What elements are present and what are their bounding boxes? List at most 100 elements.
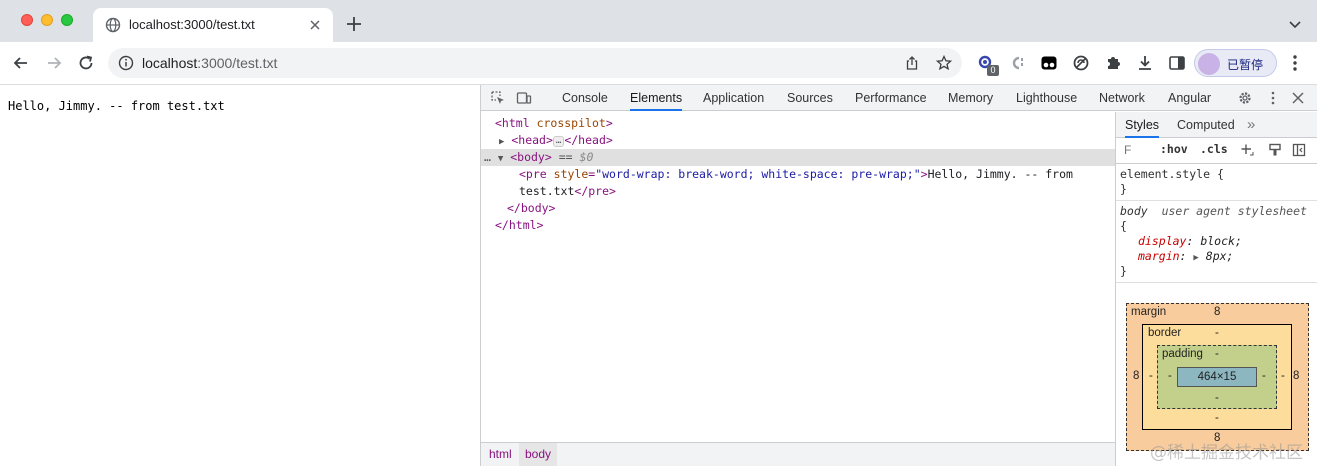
extension-sync-icon[interactable] [1072, 54, 1090, 72]
more-options-icon[interactable] [1265, 90, 1281, 106]
pre-open-tag: <pre [519, 167, 547, 181]
tab-elements[interactable]: Elements [630, 85, 683, 111]
browser-tab[interactable]: localhost:3000/test.txt [93, 8, 333, 42]
close-window-button[interactable] [21, 14, 33, 26]
css-property-margin[interactable]: margin: ▶ 8px; [1138, 249, 1233, 264]
padding-left-value[interactable]: - [1168, 370, 1172, 382]
reload-icon[interactable] [77, 54, 95, 72]
profile-button[interactable]: 已暂停 [1194, 49, 1277, 77]
page-text: Hello, Jimmy. -- from test.txt [8, 99, 225, 113]
body-rule-open: { [1120, 219, 1127, 234]
padding-right-value[interactable]: - [1262, 370, 1266, 382]
expand-triangle-icon[interactable]: ▶ [499, 137, 504, 147]
more-tabs-icon[interactable]: » [1247, 112, 1255, 138]
node-actions-ellipsis[interactable]: … [481, 150, 491, 164]
hover-state-toggle[interactable]: :hov [1160, 142, 1188, 156]
styles-pane: Styles Computed » F :hov .cls element.st… [1115, 112, 1317, 466]
breadcrumb-html[interactable]: html [483, 443, 518, 466]
element-style-selector: element.style [1120, 167, 1211, 181]
dom-node-body[interactable]: … ▼ <body> == $0 [481, 149, 1115, 166]
html-attribute: crosspilot [536, 116, 606, 130]
add-rule-icon[interactable] [1240, 143, 1254, 157]
property-name: margin [1138, 249, 1180, 263]
close-devtools-icon[interactable] [1290, 90, 1306, 106]
inspect-element-icon[interactable] [490, 90, 506, 106]
side-panel-icon[interactable] [1168, 54, 1186, 72]
collapsed-ellipsis[interactable]: … [552, 136, 565, 147]
tab-performance[interactable]: Performance [855, 85, 927, 111]
rule-origin: user agent stylesheet [1161, 204, 1307, 218]
tab-styles[interactable]: Styles [1125, 112, 1160, 138]
breadcrumb-body[interactable]: body [519, 443, 558, 466]
property-value: block; [1200, 234, 1242, 248]
maximize-window-button[interactable] [61, 14, 73, 26]
dom-node-pre[interactable]: <pre style="word-wrap: break-word; white… [519, 166, 1073, 183]
forward-arrow-icon[interactable] [45, 54, 63, 72]
tab-computed[interactable]: Computed [1177, 112, 1235, 138]
tab-sources[interactable]: Sources [787, 85, 833, 111]
new-tab-icon[interactable] [345, 15, 363, 33]
pre-attribute-name: style [553, 167, 589, 181]
close-icon[interactable] [307, 17, 323, 33]
dom-node-head[interactable]: ▶ <head>… </head> [499, 132, 613, 149]
tab-lighthouse[interactable]: Lighthouse [1016, 85, 1077, 111]
chevron-down-icon[interactable] [1287, 16, 1303, 32]
back-arrow-icon[interactable] [12, 54, 30, 72]
pre-text-content: Hello, Jimmy. -- from [927, 167, 1073, 181]
tab-angular[interactable]: Angular [1168, 85, 1211, 111]
class-toggle[interactable]: .cls [1200, 142, 1228, 156]
settings-gear-icon[interactable] [1237, 90, 1253, 106]
property-value: 8px; [1205, 249, 1234, 263]
element-style-close: } [1120, 182, 1127, 197]
tab-title: localhost:3000/test.txt [129, 17, 255, 32]
extensions-puzzle-icon[interactable] [1104, 54, 1122, 72]
element-style-rule[interactable]: element.style { [1120, 167, 1224, 182]
tab-memory[interactable]: Memory [948, 85, 993, 111]
pre-text-content-wrap: test.txt [519, 184, 575, 198]
address-bar[interactable]: localhost:3000/test.txt [108, 48, 962, 78]
breadcrumb: html body [481, 442, 1115, 466]
border-top-value[interactable]: - [1215, 327, 1219, 339]
rule-selector[interactable]: body [1120, 204, 1148, 218]
dom-node-html[interactable]: <html crosspilot> [495, 115, 613, 132]
info-icon[interactable] [118, 55, 134, 71]
more-menu-icon[interactable] [1287, 54, 1303, 72]
margin-right-value[interactable]: 8 [1293, 370, 1299, 382]
collapse-triangle-icon[interactable]: ▼ [498, 154, 503, 164]
padding-top-value[interactable]: - [1215, 348, 1219, 360]
box-model-content[interactable]: 464×15 [1177, 367, 1257, 387]
tab-strip: localhost:3000/test.txt [0, 0, 1317, 42]
sidebar-toggle-icon[interactable] [1292, 143, 1306, 157]
open-brace: { [1216, 167, 1224, 181]
tab-application[interactable]: Application [703, 85, 764, 111]
dom-node-html-close[interactable]: </html> [495, 217, 543, 234]
border-bottom-value[interactable]: - [1215, 412, 1219, 424]
margin-left-value[interactable]: 8 [1133, 370, 1139, 382]
margin-top-value[interactable]: 8 [1214, 306, 1220, 318]
padding-bottom-value[interactable]: - [1215, 392, 1219, 404]
expand-triangle-icon[interactable]: ▶ [1193, 253, 1198, 263]
open-brace: { [1120, 219, 1127, 233]
border-left-value[interactable]: - [1149, 370, 1153, 382]
extension-tampermonkey-icon[interactable] [1040, 54, 1058, 72]
tab-console[interactable]: Console [562, 85, 608, 111]
address-url: localhost:3000/test.txt [142, 55, 277, 71]
page-viewport: Hello, Jimmy. -- from test.txt [0, 85, 480, 466]
minimize-window-button[interactable] [41, 14, 53, 26]
avatar [1198, 53, 1220, 75]
pre-attribute-value: "word-wrap: break-word; white-space: pre… [595, 167, 921, 181]
download-icon[interactable] [1136, 54, 1154, 72]
tab-network[interactable]: Network [1099, 85, 1145, 111]
css-property-display[interactable]: display: block; [1138, 234, 1242, 249]
paint-brush-icon[interactable] [1268, 143, 1282, 157]
device-toolbar-icon[interactable] [516, 90, 532, 106]
dom-node-body-close[interactable]: </body> [507, 200, 555, 217]
console-reference: $0 [579, 150, 594, 164]
equals-marker: == [558, 150, 573, 164]
extension-c-icon[interactable] [1009, 54, 1027, 72]
share-icon[interactable] [904, 55, 920, 71]
bookmark-star-icon[interactable] [936, 55, 952, 71]
filter-input[interactable]: F [1122, 142, 1152, 159]
border-right-value[interactable]: - [1281, 370, 1285, 382]
property-name: display [1138, 234, 1187, 248]
